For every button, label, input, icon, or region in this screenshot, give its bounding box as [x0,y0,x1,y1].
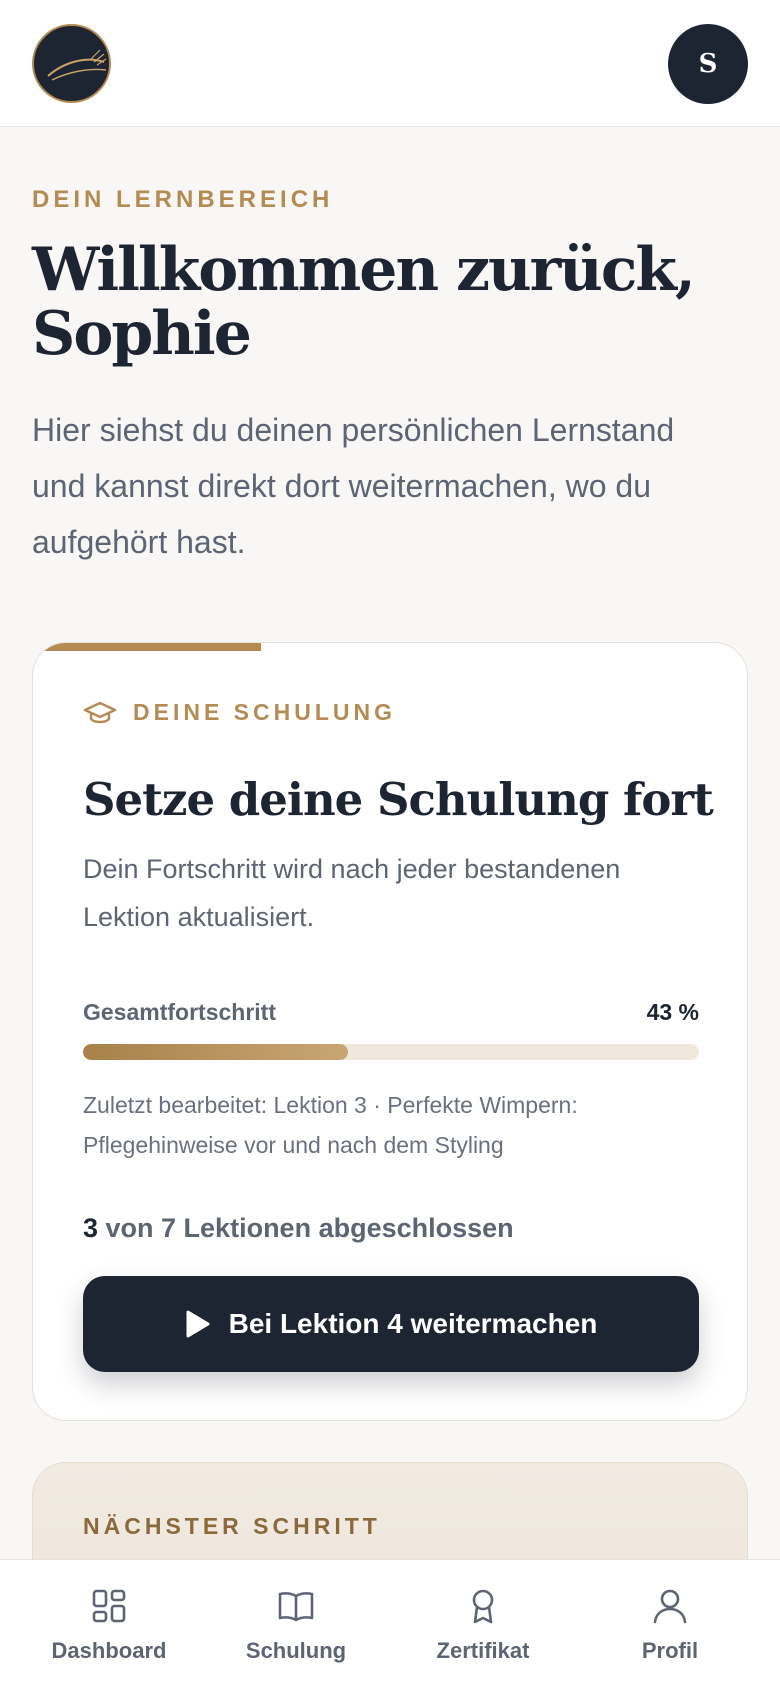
progress-bar [83,1044,699,1060]
nav-item-zertifikat[interactable]: Zertifikat [403,1586,563,1664]
graduation-cap-icon [83,701,117,723]
page-title-line1: Willkommen zurück, [32,235,696,305]
nav-label-schulung: Schulung [245,1638,347,1663]
next-step-eyebrow: NÄCHSTER SCHRITT [83,1513,381,1539]
moon-logo-icon[interactable] [32,24,111,103]
card-tag-label: DEINE SCHULUNG [133,699,397,725]
progress-bar-fill [83,1044,348,1060]
lessons-rest-text: von 7 Lektionen abgeschlossen [98,1213,514,1243]
progress-label: Gesamtfortschritt [83,999,276,1025]
award-ribbon-icon [472,1589,494,1624]
card-accent-bar [45,643,261,651]
nav-label-zertifikat: Zertifikat [436,1638,530,1663]
play-icon [186,1310,210,1338]
book-icon [278,1592,314,1622]
last-edited-text: Zuletzt bearbeitet: Lektion 3 · Perfekte… [83,1092,578,1158]
section-eyebrow: DEIN LERNBEREICH [32,186,334,213]
dashboard-grid-icon [92,1589,126,1623]
card-tag: DEINE SCHULUNG [83,699,396,726]
card-description: Dein Fortschritt wird nach jeder bestand… [83,854,621,932]
progress-percent: 43 % [646,999,699,1025]
avatar[interactable]: S [668,24,748,104]
continue-lesson-button[interactable]: Bei Lektion 4 weitermachen [83,1276,699,1372]
bottom-navigation: Dashboard Schulung Zertifikat Profil [0,1559,780,1688]
nav-item-schulung[interactable]: Schulung [216,1586,376,1664]
intro-text: Hier siehst du deinen persönlichen Lerns… [32,412,675,560]
continue-lesson-label: Bei Lektion 4 weitermachen [228,1308,598,1339]
top-bar: S [0,0,780,127]
page-title: Willkommen zurück, Sophie [32,238,732,366]
nav-item-dashboard[interactable]: Dashboard [29,1586,189,1664]
lessons-done-count: 3 [83,1213,99,1243]
user-icon [653,1589,687,1624]
page-title-line2: Sophie [32,299,252,369]
course-progress-card: DEINE SCHULUNG Setze deine Schulung fort… [32,642,748,1421]
lessons-completed: 3 von 7 Lektionen abgeschlossen [83,1213,514,1244]
card-title: Setze deine Schulung fort [83,773,714,826]
nav-item-profil[interactable]: Profil [590,1586,750,1664]
nav-label-profil: Profil [641,1638,699,1663]
nav-label-dashboard: Dashboard [51,1638,167,1663]
